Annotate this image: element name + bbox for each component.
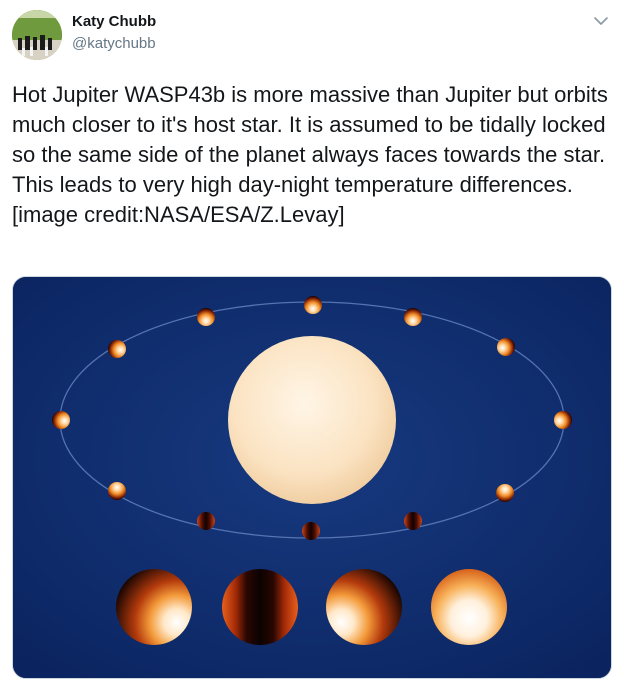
phase-planet-1: [116, 569, 192, 645]
planet-lower-right: [404, 512, 422, 530]
phase-planet-2: [222, 569, 298, 645]
chevron-down-icon[interactable]: [592, 14, 610, 28]
tweet-image[interactable]: [12, 276, 612, 679]
planet-right-lower: [496, 484, 514, 502]
host-star: [228, 336, 396, 504]
tweet-text: Hot Jupiter WASP43b is more massive than…: [12, 82, 615, 227]
planet-right-upper: [497, 338, 515, 356]
phase-planet-4: [431, 569, 507, 645]
planet-right: [554, 411, 572, 429]
user-display-name[interactable]: Katy Chubb: [72, 13, 156, 30]
planet-bottom: [302, 522, 320, 540]
exoplanet-orbit-illustration: [13, 277, 611, 678]
planet-top: [304, 296, 322, 314]
avatar[interactable]: [12, 10, 62, 60]
planet-upper-left: [197, 308, 215, 326]
user-handle[interactable]: @katychubb: [72, 35, 156, 52]
planet-lower-left: [197, 512, 215, 530]
avatar-chess-photo: [12, 10, 62, 60]
planet-left: [52, 411, 70, 429]
phase-planet-3: [326, 569, 402, 645]
planet-left-upper: [108, 340, 126, 358]
planet-upper-right: [404, 308, 422, 326]
planet-left-lower: [108, 482, 126, 500]
